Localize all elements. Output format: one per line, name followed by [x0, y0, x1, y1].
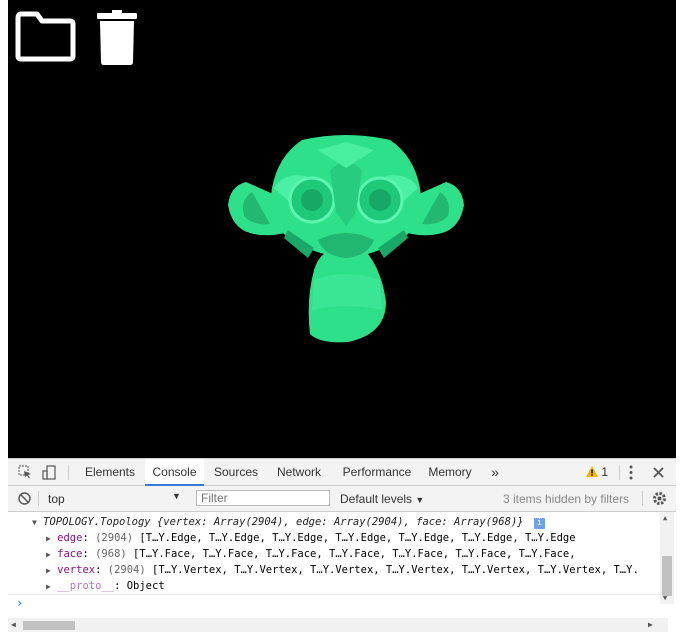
scroll-right-icon[interactable]: ▶ [648, 620, 653, 629]
toolbar-divider [619, 465, 620, 480]
tab-sources[interactable]: Sources [207, 459, 265, 486]
expand-triangle-icon[interactable]: ▶ [46, 534, 51, 543]
tab-console[interactable]: Console [145, 459, 204, 486]
warning-icon [586, 466, 598, 477]
divider [8, 594, 660, 595]
more-options-icon[interactable] [628, 465, 634, 480]
property-value: [T…Y.Face, T…Y.Face, T…Y.Face, T…Y.Face,… [133, 548, 576, 560]
property-value: Object [126, 580, 165, 592]
expand-triangle-icon[interactable]: ▶ [46, 566, 51, 575]
scroll-left-icon[interactable]: ◀ [11, 620, 16, 629]
trash-icon[interactable] [96, 10, 140, 66]
hidden-items-message: 3 items hidden by filters [503, 492, 630, 506]
context-select[interactable]: top [48, 491, 184, 507]
close-icon[interactable] [653, 467, 664, 478]
property-key: vertex [57, 564, 96, 576]
chevron-down-icon: ▼ [172, 491, 181, 501]
object-summary: TOPOLOGY.Topology {vertex: Array(2904), … [43, 516, 524, 528]
filter-input[interactable] [196, 490, 330, 506]
devtools-panel: Elements Console Sources Network Perform… [8, 458, 676, 644]
window-frame [0, 0, 8, 644]
expand-triangle-icon[interactable]: ▶ [46, 550, 51, 559]
toolbar-divider [642, 491, 643, 506]
property-value: [T…Y.Edge, T…Y.Edge, T…Y.Edge, T…Y.Edge,… [139, 532, 576, 544]
chevron-down-icon: ▼ [415, 495, 425, 505]
tab-elements[interactable]: Elements [78, 459, 142, 486]
console-prompt[interactable]: › [16, 596, 23, 610]
3d-viewport[interactable] [8, 0, 676, 458]
toolbar-divider [68, 465, 69, 480]
inspect-element-icon[interactable] [18, 465, 32, 479]
console-output: ▼ TOPOLOGY.Topology {vertex: Array(2904)… [8, 512, 676, 644]
scroll-down-icon[interactable]: ▼ [663, 594, 667, 602]
clear-console-icon[interactable] [18, 492, 31, 505]
devtools-tabbar: Elements Console Sources Network Perform… [8, 458, 676, 486]
property-value: [T…Y.Vertex, T…Y.Vertex, T…Y.Vertex, T…Y… [152, 564, 639, 576]
horizontal-scrollbar[interactable]: ◀ ▶ [8, 618, 668, 632]
tab-network[interactable]: Network [270, 459, 328, 486]
tab-memory[interactable]: Memory [423, 459, 477, 486]
vertical-scrollbar[interactable]: ▲ ▼ [660, 512, 674, 604]
list-item[interactable]: ▶ face: (968) [T…Y.Face, T…Y.Face, T…Y.F… [46, 548, 576, 560]
folder-icon[interactable] [14, 10, 76, 62]
monkey-mesh [228, 135, 464, 343]
array-count: (2904) [107, 564, 146, 576]
toolbar-divider [38, 491, 39, 506]
horizontal-scroll-thumb[interactable] [23, 621, 75, 630]
device-toolbar-icon[interactable] [42, 465, 58, 480]
more-tabs-button[interactable]: » [486, 459, 504, 486]
gear-icon[interactable] [652, 491, 667, 506]
log-levels-label: Default levels [340, 492, 413, 506]
vertical-scroll-thumb[interactable] [662, 556, 672, 596]
list-item[interactable]: ▶ __proto__: Object [46, 580, 165, 592]
info-icon[interactable]: i [533, 518, 545, 529]
list-item[interactable]: ▶ vertex: (2904) [T…Y.Vertex, T…Y.Vertex… [46, 564, 639, 576]
array-count: (2904) [95, 532, 134, 544]
warning-counter[interactable]: 1 [586, 465, 608, 480]
property-key: edge [57, 532, 83, 544]
array-count: (968) [95, 548, 127, 560]
warning-count: 1 [601, 465, 609, 479]
list-item[interactable]: ▶ edge: (2904) [T…Y.Edge, T…Y.Edge, T…Y.… [46, 532, 576, 544]
console-object-entry[interactable]: ▼ TOPOLOGY.Topology {vertex: Array(2904)… [32, 516, 545, 529]
collapse-triangle-icon[interactable]: ▼ [32, 518, 37, 527]
property-key: face [57, 548, 83, 560]
property-key: __proto__ [57, 580, 115, 592]
scroll-up-icon[interactable]: ▲ [663, 514, 667, 522]
console-filter-bar: top ▼ Default levels ▼ 3 items hidden by… [8, 486, 676, 512]
log-levels-select[interactable]: Default levels ▼ [340, 491, 424, 508]
expand-triangle-icon[interactable]: ▶ [46, 582, 51, 591]
tab-performance[interactable]: Performance [336, 459, 418, 486]
